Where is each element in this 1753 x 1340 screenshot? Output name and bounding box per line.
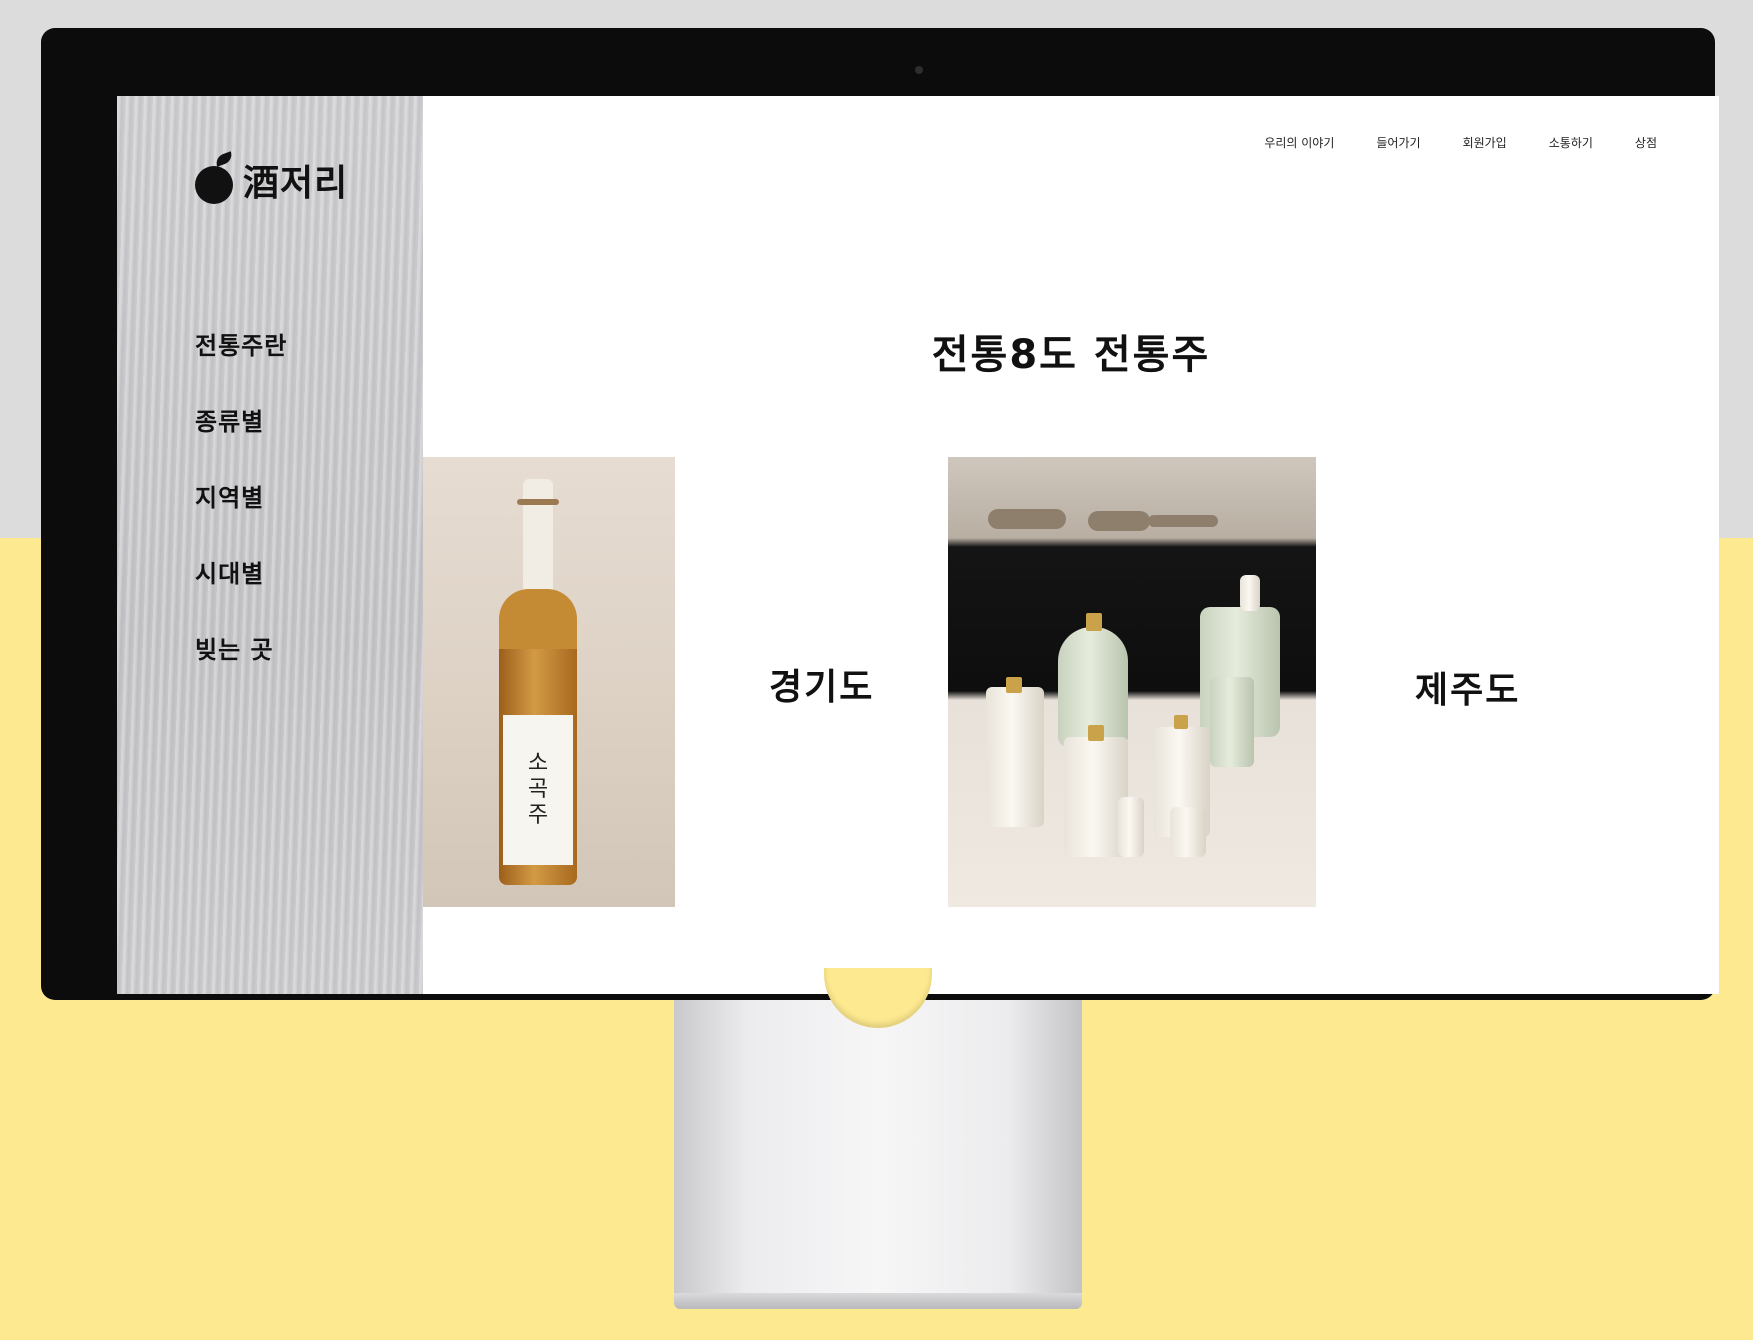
camera-icon bbox=[915, 66, 923, 74]
sidebar-item-by-era[interactable]: 시대별 bbox=[195, 558, 287, 634]
bottle-label: 소 곡 주 bbox=[503, 715, 573, 865]
region-gyeonggi[interactable]: 경기도 bbox=[769, 658, 874, 710]
nav-link-enter[interactable]: 들어가기 bbox=[1376, 134, 1420, 151]
bottle-photo[interactable]: 소 곡 주 bbox=[423, 457, 675, 907]
bottle-image: 소 곡 주 bbox=[493, 479, 583, 889]
website-screen: 酒저리 전통주란 종류별 지역별 시대별 빚는 곳 우리의 이야기 들어가기 회… bbox=[117, 96, 1719, 994]
sidebar-nav: 전통주란 종류별 지역별 시대별 빚는 곳 bbox=[195, 330, 287, 710]
monitor-stand-base bbox=[674, 1293, 1082, 1309]
top-nav: 우리의 이야기 들어가기 회원가입 소통하기 상점 bbox=[1222, 134, 1657, 151]
sidebar-item-by-region[interactable]: 지역별 bbox=[195, 482, 287, 558]
logo-text: 酒저리 bbox=[243, 162, 349, 204]
sidebar: 酒저리 전통주란 종류별 지역별 시대별 빚는 곳 bbox=[117, 96, 423, 994]
page-title: 전통8도 전통주 bbox=[931, 332, 1211, 378]
sidebar-item-by-type[interactable]: 종류별 bbox=[195, 406, 287, 482]
sidebar-item-breweries[interactable]: 빚는 곳 bbox=[195, 634, 287, 710]
monitor: 酒저리 전통주란 종류별 지역별 시대별 빚는 곳 우리의 이야기 들어가기 회… bbox=[41, 28, 1719, 1000]
nav-link-signup[interactable]: 회원가입 bbox=[1463, 134, 1507, 151]
nav-link-shop[interactable]: 상점 bbox=[1635, 134, 1657, 151]
ceramic-bottles-photo[interactable] bbox=[948, 457, 1316, 907]
monitor-stand bbox=[674, 998, 1082, 1308]
sidebar-item-about[interactable]: 전통주란 bbox=[195, 330, 287, 406]
logo[interactable]: 酒저리 bbox=[193, 151, 349, 206]
apple-icon bbox=[193, 151, 237, 206]
nav-link-community[interactable]: 소통하기 bbox=[1549, 134, 1593, 151]
nav-link-our-story[interactable]: 우리의 이야기 bbox=[1264, 134, 1334, 151]
region-jeju[interactable]: 제주도 bbox=[1415, 661, 1520, 713]
